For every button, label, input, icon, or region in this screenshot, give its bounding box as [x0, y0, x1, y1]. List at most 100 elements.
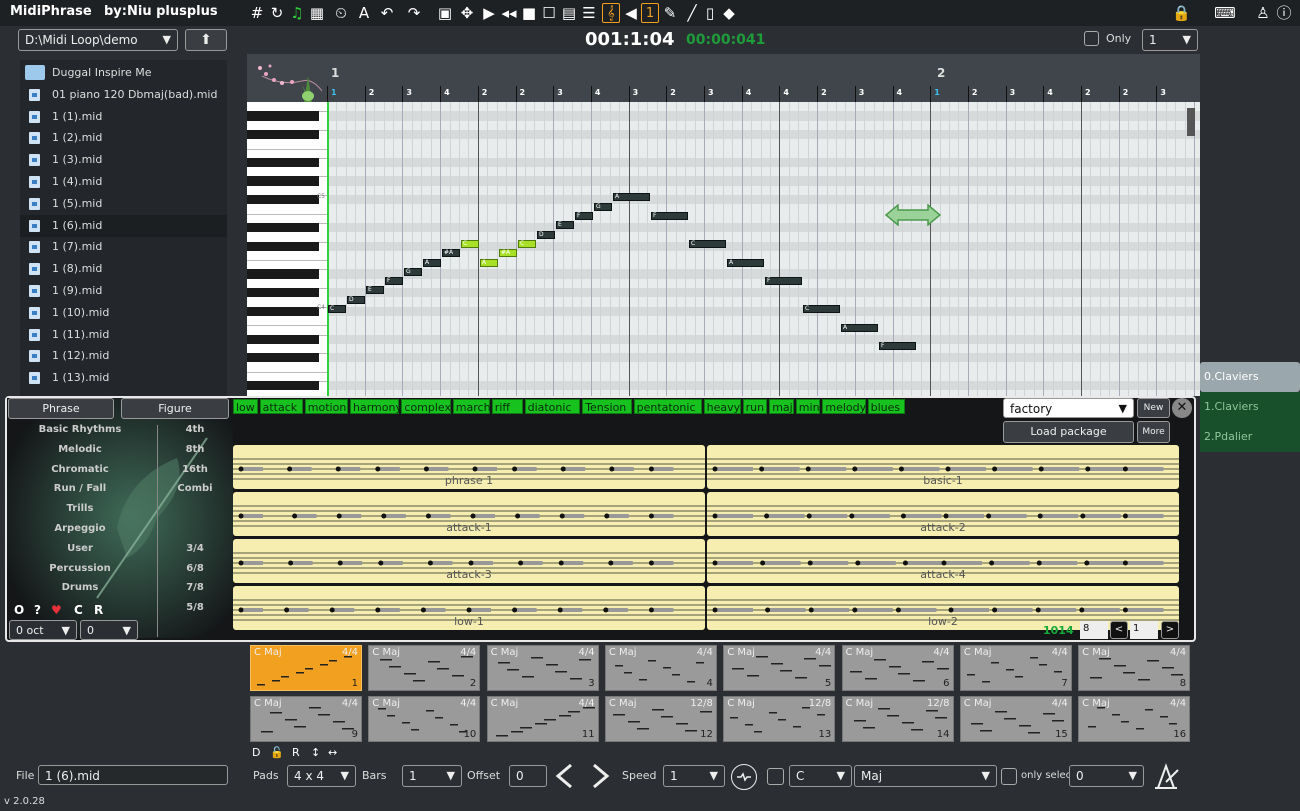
file-item[interactable]: 1 (12).mid: [20, 345, 227, 367]
meter-item[interactable]: 7/8: [165, 582, 225, 593]
tag-heavy[interactable]: heavy: [703, 399, 741, 414]
piano-roll[interactable]: C D E F G A #A C A #A C D E F G A F C A F C A F: [327, 102, 1200, 396]
midi-note[interactable]: F: [879, 342, 916, 351]
parent-folder-button[interactable]: ⬆: [185, 29, 227, 51]
file-item[interactable]: 1 (5).mid: [20, 193, 227, 215]
category-item[interactable]: Drums: [20, 582, 140, 593]
offset-field[interactable]: 0: [509, 765, 547, 787]
tag-low[interactable]: low: [233, 399, 258, 414]
figure-staff[interactable]: basic-1: [707, 445, 1179, 489]
undo-icon[interactable]: ↶: [378, 3, 396, 23]
meter-item[interactable]: 5/8: [165, 602, 225, 613]
category-item[interactable]: Basic Rhythms: [20, 424, 140, 435]
note-icon[interactable]: ♫: [288, 3, 306, 23]
tag-diatonic[interactable]: diatonic: [524, 399, 581, 414]
midi-note[interactable]: A: [727, 258, 764, 267]
midi-note[interactable]: F: [575, 212, 593, 220]
key-select[interactable]: C ▼: [789, 765, 852, 787]
category-item[interactable]: Percussion: [20, 563, 140, 574]
category-item[interactable]: Chromatic: [20, 464, 140, 475]
grid4-icon[interactable]: ▦: [308, 3, 326, 23]
tag-motion[interactable]: motion: [304, 399, 348, 414]
pad[interactable]: C Maj 4/4 4: [604, 645, 717, 691]
piano-keyboard[interactable]: C5 C4: [247, 102, 327, 396]
lock-icon[interactable]: 🔒: [1172, 3, 1191, 23]
track-item-1[interactable]: 1.Claviers: [1200, 392, 1300, 422]
tag-attack[interactable]: attack: [259, 399, 303, 414]
meter-item[interactable]: 6/8: [165, 563, 225, 574]
pads-select[interactable]: 4 x 4 ▼: [287, 765, 356, 787]
only-select-checkbox[interactable]: [1001, 768, 1017, 785]
figure-staff[interactable]: attack-1: [233, 492, 705, 536]
redo-icon[interactable]: ↷: [405, 3, 423, 23]
pad[interactable]: C Maj 4/4 1: [250, 645, 362, 691]
category-item[interactable]: Trills: [20, 503, 140, 514]
tag-riff[interactable]: riff: [491, 399, 523, 414]
figure-staff[interactable]: attack-2: [707, 492, 1179, 536]
speaker-icon[interactable]: ◀: [622, 3, 640, 23]
category-item[interactable]: Run / Fall: [20, 483, 140, 494]
midi-note[interactable]: A: [423, 258, 441, 267]
category-item[interactable]: Arpeggio: [20, 523, 140, 534]
list-icon[interactable]: ☰: [580, 3, 598, 23]
midi-note[interactable]: C: [689, 239, 726, 248]
tag-melody[interactable]: melody: [822, 399, 866, 414]
tag-harmony[interactable]: harmony: [350, 399, 402, 414]
pad[interactable]: C Maj 4/4 6: [841, 645, 954, 691]
file-item[interactable]: 1 (3).mid: [20, 149, 227, 171]
rewind-icon[interactable]: ◂◂: [500, 3, 518, 23]
treble-clef-icon[interactable]: 𝄞: [602, 3, 620, 23]
file-item[interactable]: 1 (11).mid: [20, 324, 227, 346]
midi-note[interactable]: F: [765, 277, 802, 286]
file-icon[interactable]: ▯: [701, 3, 719, 23]
metronome-icon[interactable]: [1152, 762, 1180, 790]
tag-blues[interactable]: blues: [867, 399, 905, 414]
meter-item[interactable]: 16th: [165, 464, 225, 475]
meter-item[interactable]: 3/4: [165, 543, 225, 554]
close-icon[interactable]: ✕: [1172, 398, 1192, 418]
load-package-button[interactable]: Load package: [1003, 421, 1134, 443]
heart-icon[interactable]: ♥: [51, 603, 62, 617]
file-item[interactable]: 01 piano 120 Dbmaj(bad).mid: [20, 84, 227, 106]
chevron-right-icon[interactable]: [590, 763, 612, 789]
transpose-select[interactable]: 0 ▼: [80, 620, 138, 640]
folder-select[interactable]: D:\Midi Loop\demo ▼: [18, 29, 178, 51]
figure-button[interactable]: Figure: [121, 398, 229, 419]
phrase-button[interactable]: Phrase: [8, 398, 114, 419]
record-icon[interactable]: ▣: [436, 3, 454, 23]
pad[interactable]: C Maj 4/4 7: [959, 645, 1072, 691]
prev-page-button[interactable]: <: [1110, 621, 1128, 639]
refresh-icon[interactable]: ↻: [268, 3, 286, 23]
ruler[interactable]: 1 2 3 4 2 2 3 4 3 2 3 4 4 2 3 4 1 2 3 4 2 2 3 1 2: [247, 54, 1200, 102]
page-field[interactable]: 1: [1130, 621, 1158, 639]
midi-note[interactable]: #A: [499, 249, 517, 258]
bars-select[interactable]: 1 ▼: [402, 765, 462, 787]
file-item[interactable]: Duggal Inspire Me: [20, 62, 227, 84]
midi-note[interactable]: A: [480, 258, 498, 267]
pad[interactable]: C Maj 12/8 14: [841, 696, 954, 742]
pad[interactable]: C Maj 4/4 15: [959, 696, 1072, 742]
next-page-button[interactable]: >: [1161, 621, 1179, 639]
checkbox-icon[interactable]: ☐: [540, 3, 558, 23]
midi-note[interactable]: A: [841, 323, 878, 332]
roll-scrollbar[interactable]: [1187, 108, 1195, 136]
file-item[interactable]: 1 (10).mid: [20, 302, 227, 324]
option-o-button[interactable]: O: [14, 603, 24, 617]
midi-note[interactable]: G: [404, 267, 422, 276]
question-button[interactable]: ?: [34, 603, 41, 617]
octave-select[interactable]: 0 oct ▼: [9, 620, 77, 640]
play-icon[interactable]: ▶: [480, 3, 498, 23]
pad[interactable]: C Maj 12/8 12: [604, 696, 717, 742]
resize-arrow-icon[interactable]: [884, 203, 942, 227]
scale-select[interactable]: Maj ▼: [854, 765, 997, 787]
pad[interactable]: C Maj 4/4 16: [1078, 696, 1191, 742]
figure-staff[interactable]: low-2: [707, 586, 1179, 630]
chevron-left-icon[interactable]: [553, 763, 575, 789]
one-icon[interactable]: 1: [641, 3, 659, 23]
info-icon[interactable]: ⓘ: [1275, 3, 1293, 23]
tag-complex[interactable]: complex: [401, 399, 451, 414]
file-item[interactable]: 1 (4).mid: [20, 171, 227, 193]
tempo-dial-icon[interactable]: [731, 764, 757, 790]
midi-note[interactable]: F: [385, 277, 403, 286]
midi-note[interactable]: G: [594, 202, 612, 211]
